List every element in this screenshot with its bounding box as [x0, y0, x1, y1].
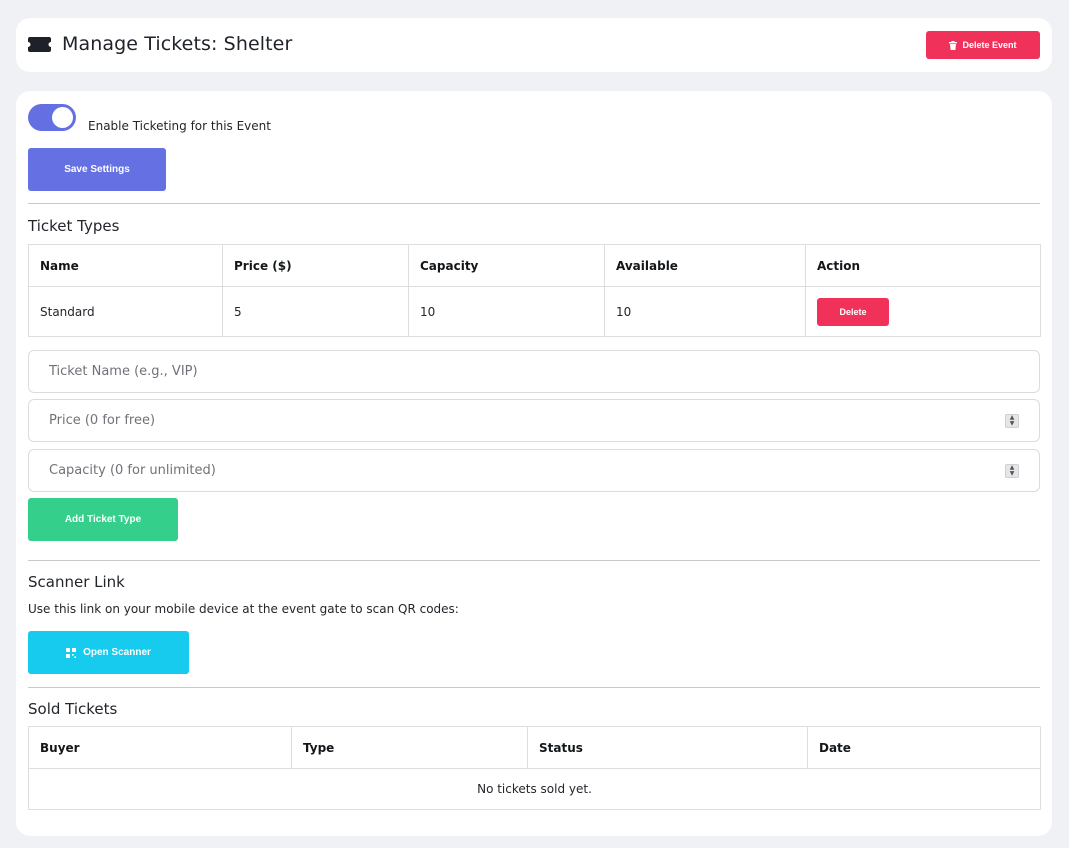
divider: [28, 203, 1040, 204]
column-header-buyer: Buyer: [28, 726, 292, 769]
delete-event-button[interactable]: Delete Event: [926, 31, 1040, 59]
column-header-name: Name: [28, 244, 223, 287]
ticket-capacity-cell: 10: [408, 286, 605, 337]
column-header-type: Type: [291, 726, 528, 769]
ticket-icon: [28, 37, 51, 52]
ticket-available-cell: 10: [604, 286, 806, 337]
column-header-status: Status: [527, 726, 808, 769]
ticket-types-table: Name Price ($) Capacity Available Action…: [28, 244, 1041, 337]
page-header: Manage Tickets: Shelter Delete Event: [16, 18, 1052, 72]
scanner-link-title: Scanner Link: [28, 573, 125, 591]
enable-ticketing-label: Enable Ticketing for this Event: [88, 119, 271, 133]
toggle-knob: [52, 107, 73, 128]
qrcode-icon: [66, 647, 77, 658]
save-settings-button[interactable]: Save Settings: [28, 148, 166, 191]
column-header-price: Price ($): [222, 244, 409, 287]
sold-tickets-title: Sold Tickets: [28, 700, 118, 718]
open-scanner-label: Open Scanner: [83, 647, 151, 658]
trash-icon: [949, 40, 958, 50]
scanner-description: Use this link on your mobile device at t…: [28, 602, 459, 616]
capacity-field: ▲▼: [28, 449, 1040, 492]
divider: [28, 560, 1040, 561]
ticket-management-panel: Enable Ticketing for this Event Save Set…: [16, 91, 1052, 836]
column-header-available: Available: [604, 244, 806, 287]
price-stepper[interactable]: ▲ ▼: [1005, 414, 1019, 428]
table-row: No tickets sold yet.: [28, 768, 1041, 810]
empty-state-message: No tickets sold yet.: [28, 768, 1041, 810]
ticket-name-field: [28, 350, 1040, 393]
ticket-price-cell: 5: [222, 286, 409, 337]
column-header-date: Date: [807, 726, 1041, 769]
price-input[interactable]: [29, 400, 1039, 441]
table-row: Standard 5 10 10 Delete: [28, 286, 1041, 337]
column-header-capacity: Capacity: [408, 244, 605, 287]
capacity-input[interactable]: [29, 450, 1039, 491]
ticket-name-cell: Standard: [28, 286, 223, 337]
ticket-types-title: Ticket Types: [28, 217, 120, 235]
table-header-row: Buyer Type Status Date: [28, 726, 1041, 769]
ticket-action-cell: Delete: [805, 286, 1041, 337]
enable-ticketing-toggle[interactable]: [28, 104, 76, 131]
table-header-row: Name Price ($) Capacity Available Action: [28, 244, 1041, 287]
add-ticket-type-button[interactable]: Add Ticket Type: [28, 498, 178, 541]
divider: [28, 687, 1040, 688]
ticket-name-input[interactable]: [29, 351, 1039, 392]
page-title: Manage Tickets: Shelter: [62, 33, 293, 55]
delete-ticket-type-button[interactable]: Delete: [817, 297, 889, 326]
price-field: ▲▼: [28, 399, 1040, 442]
open-scanner-button[interactable]: Open Scanner: [28, 631, 189, 674]
sold-tickets-table: Buyer Type Status Date No tickets sold y…: [28, 726, 1041, 810]
column-header-action: Action: [805, 244, 1041, 287]
delete-event-label: Delete Event: [962, 40, 1017, 50]
capacity-stepper[interactable]: ▲ ▼: [1005, 464, 1019, 478]
